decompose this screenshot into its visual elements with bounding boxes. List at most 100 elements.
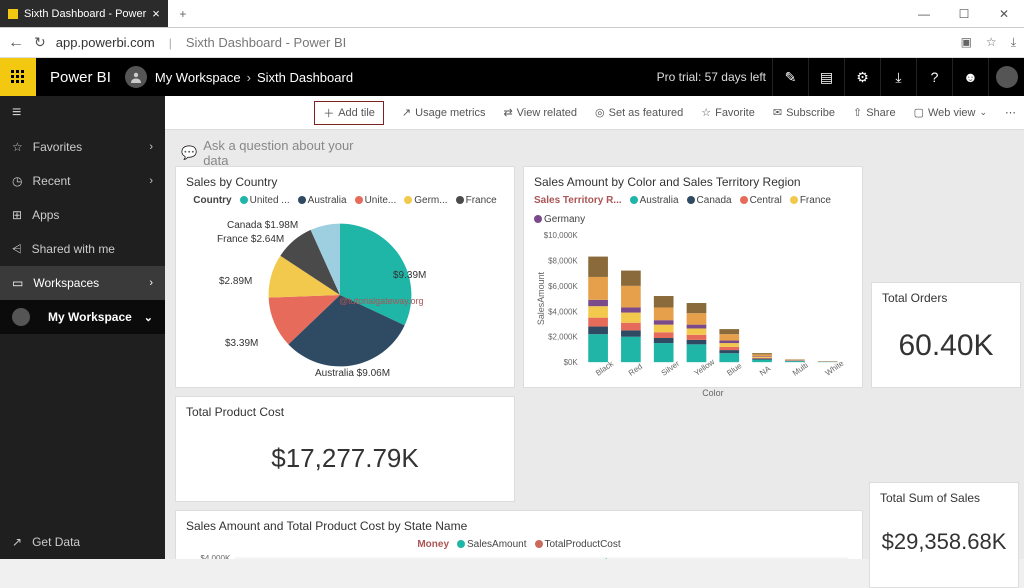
browser-titlebar: Sixth Dashboard - Power × + — ☐ ✕ bbox=[0, 0, 1024, 28]
page-title: Sixth Dashboard - Power BI bbox=[186, 35, 346, 50]
close-window-button[interactable]: ✕ bbox=[984, 0, 1024, 27]
close-tab-icon[interactable]: × bbox=[152, 6, 160, 21]
feedback-icon[interactable]: ☻ bbox=[952, 58, 988, 96]
sidebar-item-favorites[interactable]: ☆Favorites› bbox=[0, 130, 165, 164]
tile-title: Sales Amount by Color and Sales Territor… bbox=[534, 175, 852, 189]
plus-icon: ＋ bbox=[323, 105, 334, 121]
usage-metrics-button[interactable]: ↗Usage metrics bbox=[402, 106, 486, 119]
reading-view-icon[interactable]: ▣ bbox=[961, 35, 972, 50]
chevron-down-icon: ⌄ bbox=[979, 107, 987, 118]
download-icon[interactable]: ⤓ bbox=[1011, 35, 1016, 50]
sidebar-item-myworkspace[interactable]: My Workspace⌄ bbox=[0, 300, 165, 334]
svg-text:Blue: Blue bbox=[725, 361, 744, 378]
new-tab-button[interactable]: + bbox=[168, 0, 198, 27]
chevron-down-icon: ⌄ bbox=[144, 311, 153, 324]
browser-tab[interactable]: Sixth Dashboard - Power × bbox=[0, 0, 168, 27]
star-icon: ☆ bbox=[701, 106, 711, 119]
clock-icon: ◷ bbox=[12, 174, 22, 188]
tile-title: Sales Amount and Total Product Cost by S… bbox=[186, 519, 852, 533]
favorite-star-icon[interactable]: ☆ bbox=[986, 35, 997, 50]
kpi-title: Total Sum of Sales bbox=[880, 491, 1008, 505]
crumb-dashboard[interactable]: Sixth Dashboard bbox=[257, 70, 353, 85]
stacked-bar-chart: $0K$2,000K$4,000K$6,000K$8,000K$10,000KS… bbox=[534, 229, 852, 398]
back-button[interactable]: ← bbox=[8, 34, 24, 52]
edit-icon[interactable]: ✎ bbox=[772, 58, 808, 96]
nav-sidebar: ≡ ☆Favorites› ◷Recent› ⊞Apps ⩤Shared wit… bbox=[0, 96, 165, 559]
tile-sales-by-state[interactable]: Sales Amount and Total Product Cost by S… bbox=[175, 510, 863, 559]
profile-icon[interactable] bbox=[988, 58, 1024, 96]
mail-icon: ✉ bbox=[773, 106, 782, 119]
watermark: @tutorialgateway.org bbox=[339, 296, 424, 306]
refresh-button[interactable]: ↻ bbox=[34, 34, 46, 51]
svg-text:NA: NA bbox=[758, 364, 773, 378]
sidebar-item-recent[interactable]: ◷Recent› bbox=[0, 164, 165, 198]
maximize-button[interactable]: ☐ bbox=[944, 0, 984, 27]
svg-text:$4,000K: $4,000K bbox=[548, 307, 578, 316]
sidebar-item-shared[interactable]: ⩤Shared with me bbox=[0, 232, 165, 266]
qa-placeholder: Ask a question about your data bbox=[203, 138, 377, 168]
trial-label: Pro trial: 57 days left bbox=[657, 70, 772, 84]
line-legend: Money SalesAmount TotalProductCost bbox=[186, 539, 852, 550]
tile-sales-by-country[interactable]: Sales by Country Country United ... Aust… bbox=[175, 166, 515, 388]
notifications-icon[interactable]: ▤ bbox=[808, 58, 844, 96]
dashboard-toolbar: ＋Add tile ↗Usage metrics ⇄View related ◎… bbox=[165, 96, 1024, 130]
kpi-value: $29,358.68K bbox=[880, 511, 1008, 559]
favorite-button[interactable]: ☆Favorite bbox=[701, 106, 755, 119]
svg-text:Color: Color bbox=[702, 388, 723, 398]
getdata-icon: ↗ bbox=[12, 535, 22, 549]
more-button[interactable]: ⋯ bbox=[1005, 106, 1016, 119]
webview-button[interactable]: ▢Web view⌄ bbox=[914, 106, 987, 119]
chevron-right-icon: › bbox=[149, 141, 153, 153]
svg-text:$10,000K: $10,000K bbox=[544, 231, 579, 240]
sidebar-item-getdata[interactable]: ↗Get Data bbox=[0, 525, 165, 559]
crumb-workspace[interactable]: My Workspace bbox=[155, 70, 241, 85]
tile-total-orders[interactable]: Total Orders 60.40K bbox=[871, 282, 1021, 388]
breadcrumb: My Workspace › Sixth Dashboard bbox=[155, 70, 353, 85]
svg-text:$4,000K: $4,000K bbox=[200, 554, 231, 559]
tile-title: Sales by Country bbox=[186, 175, 504, 189]
hamburger-button[interactable]: ≡ bbox=[0, 96, 165, 130]
kpi-value: 60.40K bbox=[882, 311, 1010, 381]
sidebar-item-apps[interactable]: ⊞Apps bbox=[0, 198, 165, 232]
star-icon: ☆ bbox=[12, 140, 23, 154]
share-button[interactable]: ⇧Share bbox=[853, 106, 896, 119]
avatar-icon[interactable] bbox=[125, 66, 147, 88]
svg-text:Red: Red bbox=[627, 362, 644, 378]
brand-label: Power BI bbox=[36, 69, 125, 86]
svg-text:SalesAmount: SalesAmount bbox=[536, 271, 546, 325]
tile-sales-by-color[interactable]: Sales Amount by Color and Sales Territor… bbox=[523, 166, 863, 388]
apps-icon: ⊞ bbox=[12, 208, 22, 222]
tile-total-product-cost[interactable]: Total Product Cost $17,277.79K bbox=[175, 396, 515, 502]
svg-text:$0K: $0K bbox=[564, 358, 579, 367]
set-featured-button[interactable]: ◎Set as featured bbox=[595, 106, 683, 119]
url-host[interactable]: app.powerbi.com bbox=[56, 35, 155, 50]
subscribe-button[interactable]: ✉Subscribe bbox=[773, 106, 835, 119]
related-icon: ⇄ bbox=[503, 106, 512, 119]
powerbi-topbar: Power BI My Workspace › Sixth Dashboard … bbox=[0, 58, 1024, 96]
monitor-icon: ▢ bbox=[914, 106, 924, 119]
kpi-value: $17,277.79K bbox=[186, 425, 504, 492]
minimize-button[interactable]: — bbox=[904, 0, 944, 27]
tab-title: Sixth Dashboard - Power bbox=[24, 8, 146, 20]
tile-total-sum-sales[interactable]: Total Sum of Sales $29,358.68K bbox=[869, 482, 1019, 559]
line-chart: $0K$2,000K$4,000KSalesAmount and T... bbox=[186, 554, 852, 559]
chevron-right-icon: › bbox=[149, 277, 153, 289]
svg-text:$6,000K: $6,000K bbox=[548, 282, 578, 291]
svg-text:Multi: Multi bbox=[791, 361, 810, 378]
download-pbi-icon[interactable]: ⤓ bbox=[880, 58, 916, 96]
bar-legend: Sales Territory R... Australia Canada Ce… bbox=[534, 195, 852, 225]
sidebar-item-workspaces[interactable]: ▭Workspaces› bbox=[0, 266, 165, 300]
chat-icon: 💬 bbox=[181, 145, 197, 161]
help-icon[interactable]: ? bbox=[916, 58, 952, 96]
metrics-icon: ↗ bbox=[402, 106, 411, 119]
view-related-button[interactable]: ⇄View related bbox=[503, 106, 577, 119]
workspaces-icon: ▭ bbox=[12, 276, 23, 290]
share-icon: ⇧ bbox=[853, 106, 862, 119]
settings-icon[interactable]: ⚙ bbox=[844, 58, 880, 96]
app-launcher-button[interactable] bbox=[0, 58, 36, 96]
address-bar: ← ↻ app.powerbi.com | Sixth Dashboard - … bbox=[0, 28, 1024, 58]
avatar-icon bbox=[12, 308, 30, 326]
svg-text:$2,000K: $2,000K bbox=[548, 333, 578, 342]
chevron-right-icon: › bbox=[149, 175, 153, 187]
add-tile-button[interactable]: ＋Add tile bbox=[314, 101, 384, 125]
